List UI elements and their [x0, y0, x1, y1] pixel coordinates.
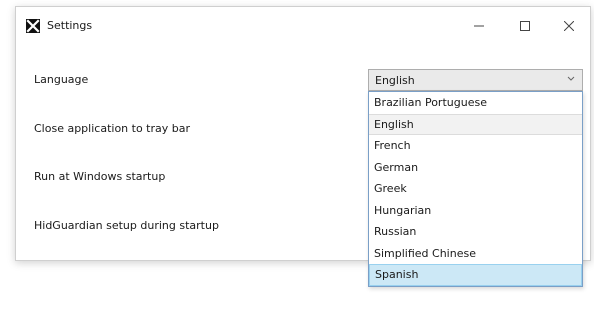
- run-at-startup-label: Run at Windows startup: [34, 170, 166, 183]
- chevron-down-icon: [567, 76, 575, 81]
- maximize-icon: [520, 21, 530, 31]
- language-option[interactable]: German: [369, 157, 582, 179]
- maximize-button[interactable]: [502, 7, 548, 45]
- language-option-current[interactable]: English: [369, 113, 582, 135]
- x-logo-icon: [26, 19, 40, 33]
- title-bar[interactable]: Settings: [16, 7, 590, 45]
- minimize-button[interactable]: [456, 7, 502, 45]
- language-option[interactable]: Greek: [369, 178, 582, 200]
- close-to-tray-label: Close application to tray bar: [34, 122, 191, 135]
- language-option[interactable]: French: [369, 135, 582, 157]
- minimize-icon: [474, 25, 484, 27]
- language-option-hovered[interactable]: Spanish: [369, 264, 582, 286]
- hidguardian-label: HidGuardian setup during startup: [34, 219, 219, 232]
- language-option[interactable]: Simplified Chinese: [369, 243, 582, 265]
- close-button[interactable]: [546, 7, 592, 45]
- language-option[interactable]: Hungarian: [369, 200, 582, 222]
- close-icon: [564, 21, 574, 31]
- language-combobox[interactable]: English: [368, 69, 583, 91]
- language-option[interactable]: Russian: [369, 221, 582, 243]
- settings-window: Settings Language Close application to t…: [15, 6, 591, 287]
- language-label: Language: [34, 73, 89, 86]
- language-dropdown-list: Brazilian Portuguese English French Germ…: [368, 91, 583, 287]
- window-title: Settings: [47, 19, 93, 32]
- language-option[interactable]: Brazilian Portuguese: [369, 92, 582, 114]
- language-selected-value: English: [375, 74, 415, 87]
